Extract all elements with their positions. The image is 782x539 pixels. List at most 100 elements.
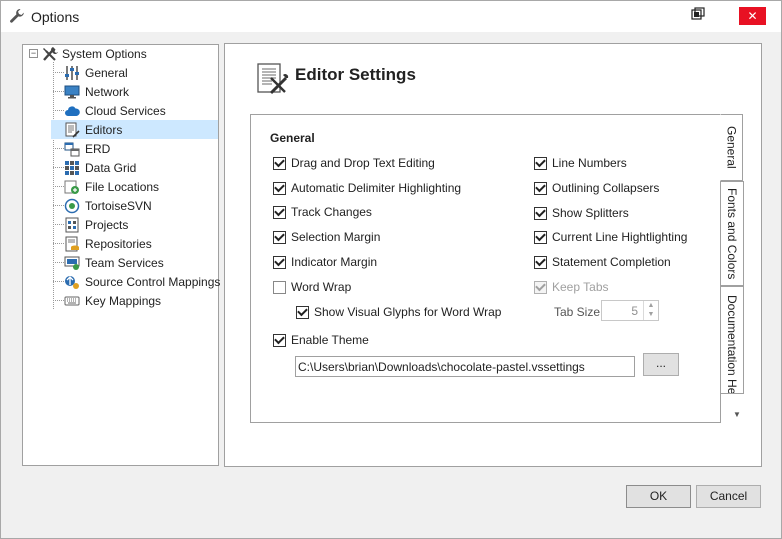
checkbox-label: Selection Margin bbox=[291, 230, 381, 244]
tab-size-value: 5 bbox=[631, 304, 638, 318]
tree-item-label: Team Services bbox=[85, 255, 164, 270]
repository-icon bbox=[65, 236, 79, 251]
tree-item-repositories[interactable]: Repositories bbox=[51, 234, 218, 253]
tree-item-network[interactable]: Network bbox=[51, 82, 218, 101]
checkbox-selection-margin[interactable]: Selection Margin bbox=[273, 229, 380, 245]
checkbox-box[interactable] bbox=[534, 255, 547, 269]
tab-label: Fonts and Colors bbox=[725, 187, 739, 280]
checkbox-box[interactable] bbox=[534, 181, 547, 195]
tree-item-file-locations[interactable]: File Locations bbox=[51, 177, 218, 196]
tab-fonts-and-colors[interactable]: Fonts and Colors bbox=[721, 181, 744, 286]
tree-item-label: Repositories bbox=[85, 236, 152, 251]
tree-item-cloud-services[interactable]: Cloud Services bbox=[51, 101, 218, 120]
tree-item-label: Key Mappings bbox=[85, 293, 162, 308]
options-tree[interactable]: − System Options General Network Cloud S… bbox=[22, 44, 221, 466]
keyboard-icon bbox=[64, 296, 80, 305]
tree-item-label: Source Control Mappings bbox=[85, 274, 221, 289]
checkbox-label: Indicator Margin bbox=[291, 255, 378, 269]
checkbox-label: Word Wrap bbox=[291, 280, 352, 294]
editor-settings-icon bbox=[257, 63, 289, 95]
checkbox-current-line-highlighting[interactable]: Current Line Hightlighting bbox=[534, 229, 687, 245]
ok-button[interactable]: OK bbox=[626, 485, 691, 508]
checkbox-box[interactable] bbox=[273, 230, 286, 244]
theme-path-input[interactable]: C:\Users\brian\Downloads\chocolate-paste… bbox=[295, 356, 635, 377]
cloud-icon bbox=[65, 105, 80, 116]
checkbox-box[interactable] bbox=[534, 280, 547, 294]
tab-size-label: Tab Size: bbox=[554, 305, 604, 319]
checkbox-box[interactable] bbox=[273, 255, 286, 269]
tree-root-system-options[interactable]: − System Options bbox=[29, 45, 147, 62]
checkbox-box[interactable] bbox=[273, 156, 286, 170]
source-control-icon bbox=[65, 275, 79, 289]
checkbox-show-visual-glyphs[interactable]: Show Visual Glyphs for Word Wrap bbox=[296, 304, 501, 320]
window-title: Options bbox=[31, 9, 80, 25]
checkbox-label: Show Visual Glyphs for Word Wrap bbox=[314, 305, 502, 319]
tab-general[interactable]: General bbox=[720, 114, 743, 181]
tab-documentation-header[interactable]: Documentation Hea bbox=[721, 286, 744, 394]
checkbox-box[interactable] bbox=[296, 305, 309, 319]
checkbox-label: Automatic Delimiter Highlighting bbox=[291, 181, 462, 195]
checkbox-drag-drop[interactable]: Drag and Drop Text Editing bbox=[273, 155, 435, 171]
checkbox-box[interactable] bbox=[273, 333, 286, 347]
checkbox-keep-tabs[interactable]: Keep Tabs bbox=[534, 279, 609, 295]
browse-button[interactable]: ... bbox=[643, 353, 679, 376]
checkbox-word-wrap[interactable]: Word Wrap bbox=[273, 279, 351, 295]
tab-size-spin[interactable]: ▲ ▼ bbox=[643, 301, 658, 320]
erd-icon bbox=[64, 142, 80, 156]
checkbox-outlining-collapsers[interactable]: Outlining Collapsers bbox=[534, 180, 659, 196]
tab-label: General bbox=[724, 126, 739, 169]
checkbox-box[interactable] bbox=[534, 230, 547, 244]
checkbox-label: Current Line Hightlighting bbox=[552, 230, 688, 244]
tree-item-team-services[interactable]: Team Services bbox=[51, 253, 218, 272]
tree-item-erd[interactable]: ERD bbox=[51, 139, 218, 158]
tree-item-label: Network bbox=[85, 84, 130, 99]
tree-item-tortoisesvn[interactable]: TortoiseSVN bbox=[51, 196, 218, 215]
tree-item-general[interactable]: General bbox=[51, 63, 218, 82]
checkbox-delimiter-highlighting[interactable]: Automatic Delimiter Highlighting bbox=[273, 180, 461, 196]
checkbox-box[interactable] bbox=[273, 280, 286, 294]
grid-icon bbox=[65, 160, 79, 175]
tab-label: Documentation Hea bbox=[725, 295, 739, 394]
checkbox-box[interactable] bbox=[534, 156, 547, 170]
checkbox-statement-completion[interactable]: Statement Completion bbox=[534, 254, 671, 270]
close-button[interactable]: ✕ bbox=[739, 7, 766, 25]
tortoise-icon bbox=[64, 198, 80, 213]
tab-size-stepper[interactable]: 5 ▲ ▼ bbox=[601, 300, 659, 321]
checkbox-line-numbers[interactable]: Line Numbers bbox=[534, 155, 627, 171]
tree-item-label: Projects bbox=[85, 217, 129, 232]
checkbox-label: Enable Theme bbox=[291, 333, 369, 347]
checkbox-label: Outlining Collapsers bbox=[552, 181, 660, 195]
tab-panel-general: General Drag and Drop Text Editing Autom… bbox=[250, 114, 721, 423]
checkbox-indicator-margin[interactable]: Indicator Margin bbox=[273, 254, 377, 270]
editor-icon bbox=[65, 122, 80, 138]
tab-scroll-down-icon[interactable]: ▼ bbox=[732, 410, 742, 420]
folder-icon bbox=[64, 180, 79, 194]
checkbox-label: Show Splitters bbox=[552, 206, 629, 220]
checkbox-label: Track Changes bbox=[291, 205, 372, 219]
tree-item-projects[interactable]: Projects bbox=[51, 215, 218, 234]
checkbox-box[interactable] bbox=[273, 181, 286, 195]
wrench-icon bbox=[10, 9, 24, 23]
tree-item-source-control-mappings[interactable]: Source Control Mappings bbox=[51, 272, 221, 291]
tree-item-label: General bbox=[85, 65, 128, 80]
tree-item-editors[interactable]: Editors bbox=[51, 120, 218, 139]
cancel-button[interactable]: Cancel bbox=[696, 485, 761, 508]
spin-up-icon[interactable]: ▲ bbox=[644, 301, 658, 310]
tree-item-key-mappings[interactable]: Key Mappings bbox=[51, 291, 218, 310]
checkbox-label: Keep Tabs bbox=[552, 280, 609, 294]
restore-icon[interactable] bbox=[691, 7, 705, 21]
title-bar: Options ✕ bbox=[1, 1, 781, 32]
collapse-icon[interactable]: − bbox=[29, 49, 38, 58]
checkbox-box[interactable] bbox=[534, 206, 547, 220]
tree-item-label: TortoiseSVN bbox=[85, 198, 152, 213]
projects-icon bbox=[65, 217, 79, 232]
checkbox-box[interactable] bbox=[273, 205, 286, 219]
checkbox-enable-theme[interactable]: Enable Theme bbox=[273, 332, 369, 348]
team-icon bbox=[64, 256, 80, 270]
tree-item-data-grid[interactable]: Data Grid bbox=[51, 158, 218, 177]
tree-root-label: System Options bbox=[62, 46, 147, 61]
checkbox-track-changes[interactable]: Track Changes bbox=[273, 204, 372, 220]
checkbox-show-splitters[interactable]: Show Splitters bbox=[534, 205, 629, 221]
spin-down-icon[interactable]: ▼ bbox=[644, 310, 658, 319]
options-window: Options ✕ − System Options General Netwo… bbox=[0, 0, 782, 539]
